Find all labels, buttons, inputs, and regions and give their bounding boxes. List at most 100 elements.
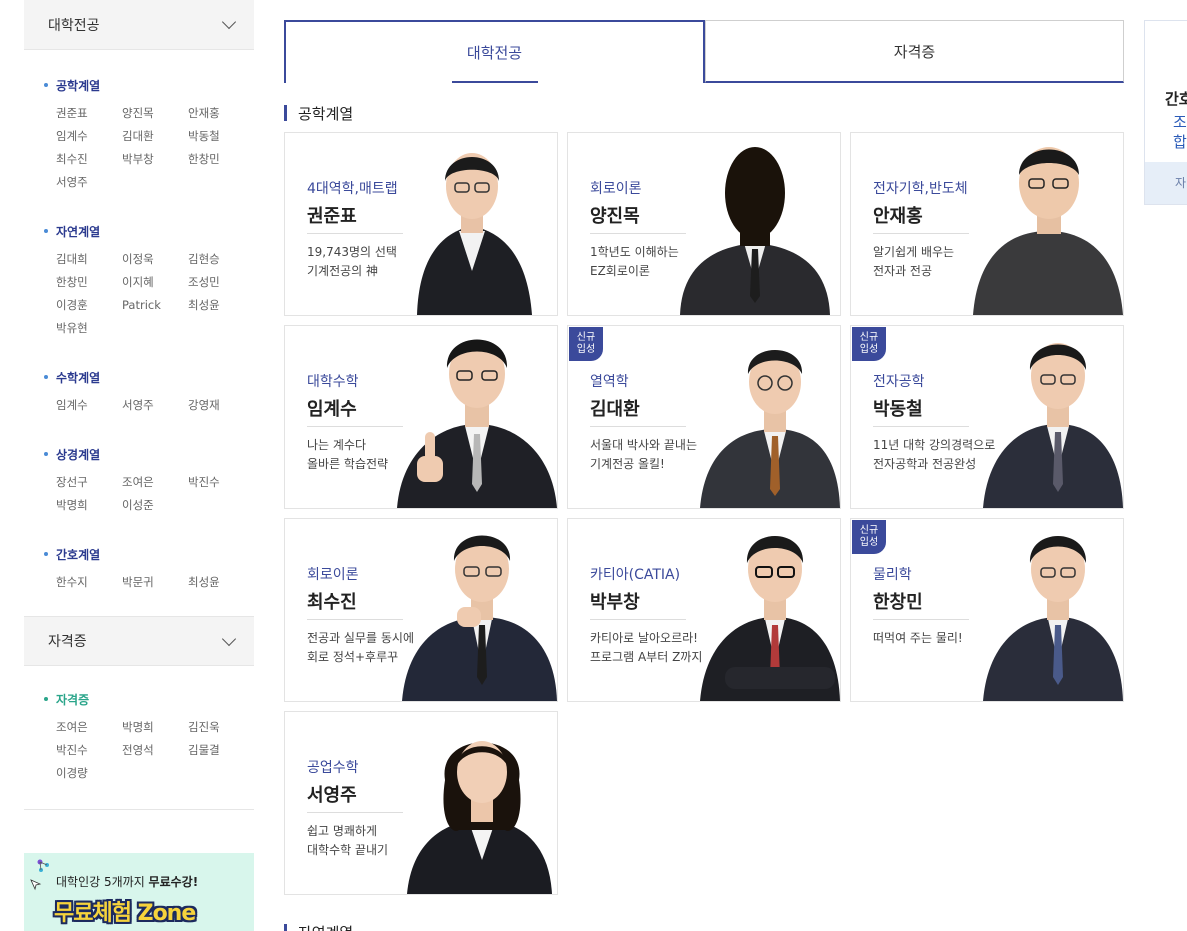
sidebar-name[interactable]: 최수진 (56, 148, 122, 171)
sidebar-name[interactable]: 조여은 (122, 471, 188, 494)
sidebar-name[interactable]: 이정욱 (122, 248, 188, 271)
sidebar-name[interactable]: 김대희 (56, 248, 122, 271)
sidebar-group-license: 자격증 조여은 박명희 김진욱 박진수 전영석 김물결 이경량 (24, 691, 254, 785)
teacher-silhouette (680, 147, 830, 315)
sidebar-name[interactable]: 전영석 (122, 739, 188, 762)
sidebar-name[interactable]: 박동철 (188, 125, 254, 148)
desc-line: 기계전공 올킬! (590, 457, 665, 471)
sidebar-header-label: 자격증 (48, 634, 87, 650)
sidebar-name[interactable]: 권준표 (56, 102, 122, 125)
teacher-photo (407, 741, 552, 894)
sidebar-group-title[interactable]: 수학계열 (44, 369, 254, 386)
sidebar-name[interactable]: 강영재 (188, 394, 254, 417)
section-title: 공학계열 (284, 103, 353, 124)
teacher-name: 안재홍 (873, 206, 923, 227)
sidebar-group-nursing: 간호계열 한수지 박문귀 최성윤 (24, 546, 254, 594)
teacher-desc: 1학년도 이해하는 EZ회로이론 (590, 243, 679, 281)
teacher-card[interactable]: 신규 입성 물리학 한창민 떠먹여 주는 물리! (850, 518, 1124, 702)
sidebar-name[interactable]: 서영주 (56, 171, 122, 194)
teacher-subject: 물리학 (873, 567, 912, 583)
sidebar-name[interactable]: 양진목 (122, 102, 188, 125)
desc-line: 서울대 박사와 끝내는 (590, 438, 697, 452)
panel-footer[interactable]: 자 (1145, 162, 1187, 204)
sidebar-name[interactable]: 이성준 (122, 494, 188, 517)
sidebar-name[interactable]: 김진욱 (188, 716, 254, 739)
teacher-name: 최수진 (307, 592, 357, 613)
sidebar-name[interactable]: 박진수 (188, 471, 254, 494)
desc-line: 프로그램 A부터 Z까지 (590, 650, 703, 664)
right-side-panel[interactable]: 간호 조 합 자 (1144, 20, 1187, 205)
desc-line: 기계전공의 神 (307, 264, 379, 278)
teacher-card[interactable]: 신규 입성 전자공학 박동철 11년 대학 강의경력으로 전자공학과 전공완성 (850, 325, 1124, 509)
tab-license[interactable]: 자격증 (705, 20, 1124, 83)
sidebar-header-major[interactable]: 대학전공 (24, 0, 254, 50)
sidebar-group-title[interactable]: 상경계열 (44, 446, 254, 463)
sidebar-group-title[interactable]: 간호계열 (44, 546, 254, 563)
panel-footer-text: 자 (1175, 176, 1187, 190)
teacher-name: 김대환 (590, 399, 640, 420)
sidebar-name[interactable]: 이지혜 (122, 271, 188, 294)
sidebar-name[interactable]: 이경량 (56, 762, 122, 785)
sidebar-name[interactable]: 김물결 (188, 739, 254, 762)
teacher-subject: 회로이론 (307, 567, 359, 583)
badge-line: 입성 (859, 344, 879, 355)
teacher-desc: 쉽고 명쾌하게 대학수학 끝내기 (307, 822, 388, 860)
sidebar-name[interactable]: 박문귀 (122, 571, 188, 594)
teacher-photo (700, 350, 840, 508)
sidebar-name[interactable]: 최성윤 (188, 294, 254, 317)
sidebar-name[interactable]: 조여은 (56, 716, 122, 739)
teacher-subject: 대학수학 (307, 374, 359, 390)
sidebar-name[interactable]: 장선구 (56, 471, 122, 494)
sidebar-group-title[interactable]: 자연계열 (44, 223, 254, 240)
sidebar-name[interactable]: 박명희 (122, 716, 188, 739)
chevron-down-icon[interactable] (221, 14, 237, 30)
desc-line: 카티아로 날아오르라! (590, 631, 698, 645)
new-badge: 신규 입성 (852, 520, 886, 554)
teacher-card[interactable]: 공업수학 서영주 쉽고 명쾌하게 대학수학 끝내기 (284, 711, 558, 895)
sidebar-name[interactable]: 임계수 (56, 394, 122, 417)
sidebar-name[interactable]: 안재홍 (188, 102, 254, 125)
sidebar-name[interactable]: 조성민 (188, 271, 254, 294)
sidebar-name-list: 조여은 박명희 김진욱 박진수 전영석 김물결 이경량 (56, 716, 254, 785)
sidebar-name[interactable]: 김대환 (122, 125, 188, 148)
sidebar-name[interactable]: 최성윤 (188, 571, 254, 594)
teacher-card[interactable]: 회로이론 최수진 전공과 실무를 동시에 회로 정석+후루꾸 (284, 518, 558, 702)
badge-line: 입성 (576, 344, 596, 355)
sidebar-name[interactable]: 임계수 (56, 125, 122, 148)
teacher-card[interactable]: 대학수학 임계수 나는 계수다 올바른 학습전략 (284, 325, 558, 509)
sidebar-name[interactable]: 한창민 (56, 271, 122, 294)
sidebar-name[interactable]: 박명희 (56, 494, 122, 517)
teacher-name: 양진목 (590, 206, 640, 227)
teacher-card[interactable]: 카티아(CATIA) 박부창 카티아로 날아오르라! 프로그램 A부터 Z까지 (567, 518, 841, 702)
teacher-desc: 알기쉽게 배우는 전자과 전공 (873, 243, 954, 281)
teacher-subject: 4대역학,매트랩 (307, 181, 398, 197)
desc-line: 올바른 학습전략 (307, 457, 389, 471)
panel-text: 합 (1173, 133, 1187, 151)
sidebar-name[interactable]: 김현승 (188, 248, 254, 271)
teacher-photo (402, 535, 557, 701)
sidebar-name[interactable]: 박진수 (56, 739, 122, 762)
teacher-card[interactable]: 회로이론 양진목 1학년도 이해하는 EZ회로이론 (567, 132, 841, 316)
chevron-down-icon[interactable] (221, 631, 237, 646)
sidebar-name[interactable]: 이경훈 (56, 294, 122, 317)
sidebar-name[interactable]: 한창민 (188, 148, 254, 171)
sidebar-header-license[interactable]: 자격증 (24, 616, 254, 666)
sidebar-name-list: 한수지 박문귀 최성윤 (56, 571, 254, 594)
sidebar-group-title[interactable]: 자격증 (44, 691, 254, 708)
sidebar-name[interactable]: 서영주 (122, 394, 188, 417)
sidebar-name[interactable]: Patrick (122, 294, 188, 317)
teacher-desc: 서울대 박사와 끝내는기계전공 올킬! (590, 436, 697, 474)
sidebar-name[interactable]: 박유현 (56, 317, 122, 340)
sidebar: 대학전공 공학계열 권준표 양진목 안재홍 임계수 김대환 박동철 최수진 박부… (24, 0, 254, 810)
teacher-card[interactable]: 전자기학,반도체 안재홍 알기쉽게 배우는 전자과 전공 (850, 132, 1124, 316)
sidebar-group-title[interactable]: 공학계열 (44, 77, 254, 94)
sidebar-name-list: 장선구 조여은 박진수 박명희 이성준 (56, 471, 254, 517)
teacher-desc: 나는 계수다 올바른 학습전략 (307, 436, 388, 474)
sidebar-name[interactable]: 한수지 (56, 571, 122, 594)
teacher-card[interactable]: 신규 입성 열역학 김대환 서울대 박사와 끝내는 기계전공 올킬! (567, 325, 841, 509)
sidebar-name[interactable]: 박부창 (122, 148, 188, 171)
tab-major[interactable]: 대학전공 (284, 20, 705, 83)
free-trial-banner[interactable]: 대학인강 5개까지 무료수강! 무료체험 Zone (24, 853, 254, 931)
teacher-name: 임계수 (307, 399, 357, 420)
teacher-card[interactable]: 4대역학,매트랩 권준표 19,743명의 선택 기계전공의 神 (284, 132, 558, 316)
